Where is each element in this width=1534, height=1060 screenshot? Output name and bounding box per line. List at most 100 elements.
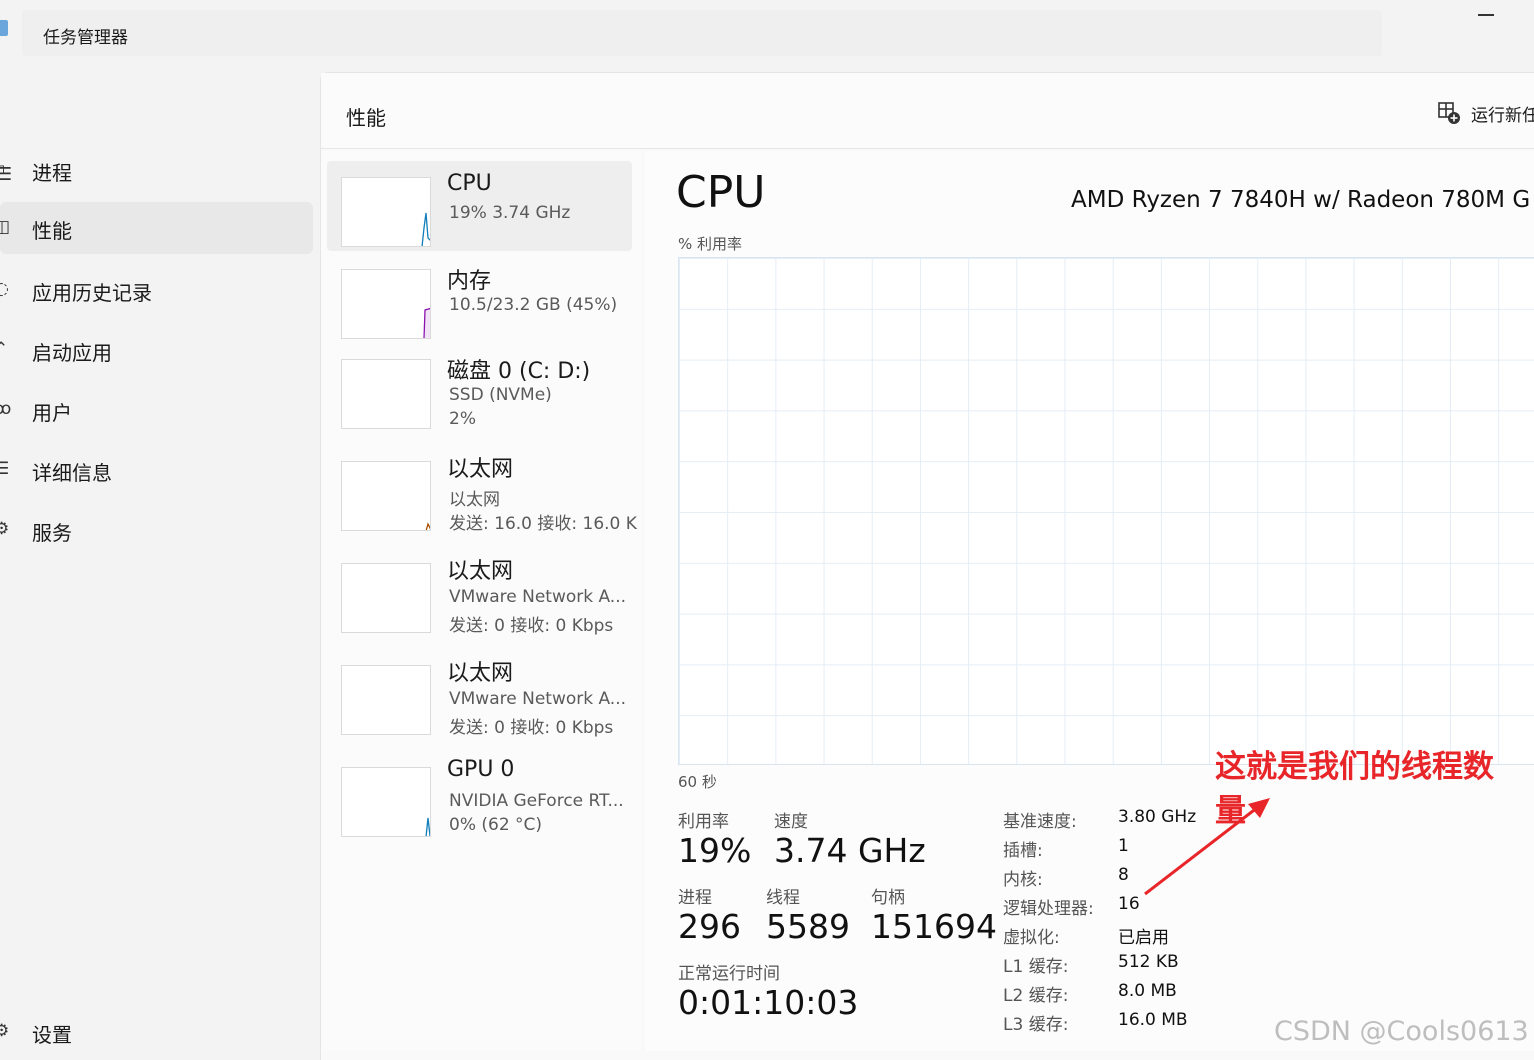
sidebar-item-label: 性能 bbox=[32, 219, 72, 243]
sidebar: ☰ ▫ 进程 ◫ 性能 ◌ 应用历史记录 ⌃ 启动应用 ꝏ 用户 ☰ 详细信息 … bbox=[0, 66, 320, 1060]
speed-label: 速度 bbox=[774, 812, 808, 832]
speed-value: 3.74 GHz bbox=[774, 831, 926, 870]
device-item-memory[interactable]: 内存 10.5/23.2 GB (45%) bbox=[327, 251, 632, 341]
sidebar-item-details[interactable]: ☰ 详细信息 bbox=[0, 444, 313, 496]
device-sub: 10.5/23.2 GB (45%) bbox=[449, 295, 618, 315]
page-title: 性能 bbox=[346, 106, 386, 130]
settings-gear-icon: ⚙ bbox=[0, 1021, 10, 1041]
sidebar-item-label: 服务 bbox=[32, 521, 72, 545]
threads-label: 线程 bbox=[766, 888, 800, 908]
spec-key-base-speed: 基准速度: bbox=[1003, 812, 1077, 832]
sidebar-item-processes[interactable]: ▫ 进程 bbox=[0, 144, 313, 196]
graph-y-label: % 利用率 bbox=[678, 235, 743, 253]
title-strip bbox=[22, 10, 1382, 56]
run-new-task-button[interactable]: 运行新任 bbox=[1437, 99, 1534, 127]
watermark: CSDN @Cools0613 bbox=[1274, 1016, 1529, 1047]
startup-rocket-icon: ⌃ bbox=[0, 339, 9, 359]
graph-x-label: 60 秒 bbox=[678, 773, 717, 791]
spec-key-l1-cache: L1 缓存: bbox=[1003, 957, 1069, 977]
spec-val-sockets: 1 bbox=[1118, 836, 1129, 856]
spec-key-l3-cache: L3 缓存: bbox=[1003, 1015, 1069, 1035]
sidebar-item-performance[interactable]: ◫ 性能 bbox=[0, 202, 313, 254]
device-item-gpu[interactable]: GPU 0 NVIDIA GeForce RT... 0% (62 °C) bbox=[327, 751, 632, 841]
memory-mini-graph bbox=[341, 269, 431, 339]
cpu-detail-pane: CPU AMD Ryzen 7 7840H w/ Radeon 780M G %… bbox=[645, 151, 1534, 1051]
device-sub-2: 发送: 0 接收: 0 Kbps bbox=[449, 616, 614, 636]
device-name: 以太网 bbox=[447, 559, 514, 584]
page-header: 性能 运行新任 bbox=[321, 73, 1534, 149]
history-clock-icon: ◌ bbox=[0, 279, 9, 299]
device-sub: 19% 3.74 GHz bbox=[449, 203, 571, 223]
task-manager-window: 任务管理器 ☰ ▫ 进程 ◫ 性能 ◌ 应用历史记录 ⌃ 启动应用 ꝏ 用户 ☰… bbox=[0, 0, 1534, 1060]
gpu-mini-graph bbox=[341, 767, 431, 837]
spec-val-cores: 8 bbox=[1118, 865, 1129, 885]
handles-label: 句柄 bbox=[871, 888, 905, 908]
sidebar-item-label: 启动应用 bbox=[32, 341, 112, 365]
process-grid-icon: ▫ bbox=[0, 159, 8, 179]
device-sub-2: 发送: 0 接收: 0 Kbps bbox=[449, 718, 614, 738]
device-sub-2: 0% (62 °C) bbox=[449, 815, 543, 835]
spec-val-virtualization: 已启用 bbox=[1118, 928, 1169, 948]
device-name: 磁盘 0 (C: D:) bbox=[447, 359, 591, 384]
device-item-ethernet-2[interactable]: 以太网 VMware Network A... 发送: 0 接收: 0 Kbps bbox=[327, 547, 632, 637]
device-name: 以太网 bbox=[447, 457, 514, 482]
spec-key-cores: 内核: bbox=[1003, 870, 1043, 890]
title-bar: 任务管理器 bbox=[0, 0, 1534, 66]
sidebar-item-label: 详细信息 bbox=[32, 461, 112, 485]
spec-key-sockets: 插槽: bbox=[1003, 841, 1043, 861]
sidebar-item-startup[interactable]: ⌃ 启动应用 bbox=[0, 324, 313, 376]
device-item-cpu[interactable]: CPU 19% 3.74 GHz bbox=[327, 161, 632, 251]
sidebar-item-label: 设置 bbox=[32, 1023, 72, 1047]
disk-mini-graph bbox=[341, 359, 431, 429]
spec-val-l1-cache: 512 KB bbox=[1118, 952, 1179, 972]
window-title: 任务管理器 bbox=[43, 28, 128, 48]
device-sub-2: 发送: 16.0 接收: 16.0 K bbox=[449, 514, 637, 534]
cpu-title: CPU bbox=[676, 167, 766, 218]
device-sub: VMware Network A... bbox=[449, 689, 627, 709]
performance-chart-icon: ◫ bbox=[0, 217, 11, 237]
users-icon: ꝏ bbox=[0, 399, 12, 419]
main-panel: 性能 运行新任 CPU 19% 3.74 GHz 内存 10.5/23.2 GB… bbox=[320, 72, 1534, 1060]
run-new-task-label: 运行新任 bbox=[1471, 105, 1534, 126]
device-name: CPU bbox=[447, 171, 492, 196]
device-list: CPU 19% 3.74 GHz 内存 10.5/23.2 GB (45%) 磁… bbox=[321, 151, 641, 1051]
device-item-ethernet-1[interactable]: 以太网 以太网 发送: 16.0 接收: 16.0 K bbox=[327, 445, 637, 535]
device-name: GPU 0 bbox=[447, 757, 515, 782]
threads-value: 5589 bbox=[766, 907, 850, 946]
spec-val-l3-cache: 16.0 MB bbox=[1118, 1010, 1188, 1030]
device-sub-2: 2% bbox=[449, 409, 476, 429]
minimize-icon[interactable] bbox=[1478, 14, 1494, 16]
sidebar-item-services[interactable]: ⚙ 服务 bbox=[0, 504, 313, 556]
device-sub: 以太网 bbox=[449, 490, 500, 510]
annotation-arrow-icon bbox=[1144, 798, 1270, 896]
sidebar-item-users[interactable]: ꝏ 用户 bbox=[0, 384, 313, 436]
ethernet-mini-graph bbox=[341, 461, 431, 531]
device-item-ethernet-3[interactable]: 以太网 VMware Network A... 发送: 0 接收: 0 Kbps bbox=[327, 649, 632, 739]
utilization-value: 19% bbox=[678, 831, 752, 870]
sidebar-item-app-history[interactable]: ◌ 应用历史记录 bbox=[0, 264, 313, 316]
ethernet-mini-graph bbox=[341, 665, 431, 735]
cpu-utilization-graph bbox=[678, 257, 1534, 765]
task-manager-app-icon bbox=[0, 20, 8, 36]
processes-label: 进程 bbox=[678, 888, 712, 908]
processes-value: 296 bbox=[678, 907, 741, 946]
cpu-model: AMD Ryzen 7 7840H w/ Radeon 780M G bbox=[1071, 187, 1531, 213]
details-list-icon: ☰ bbox=[0, 459, 10, 479]
ethernet-mini-graph bbox=[341, 563, 431, 633]
spec-key-l2-cache: L2 缓存: bbox=[1003, 986, 1069, 1006]
cpu-mini-graph bbox=[341, 177, 431, 247]
spec-val-l2-cache: 8.0 MB bbox=[1118, 981, 1177, 1001]
sidebar-item-settings[interactable]: ⚙ 设置 bbox=[0, 1006, 313, 1058]
run-new-task-icon bbox=[1438, 102, 1460, 124]
device-name: 以太网 bbox=[447, 661, 514, 686]
device-item-disk[interactable]: 磁盘 0 (C: D:) SSD (NVMe) 2% bbox=[327, 343, 632, 433]
handles-value: 151694 bbox=[871, 907, 997, 946]
services-gear-icon: ⚙ bbox=[0, 519, 10, 539]
device-sub: NVIDIA GeForce RT... bbox=[449, 791, 624, 811]
device-sub: SSD (NVMe) bbox=[449, 385, 552, 405]
device-name: 内存 bbox=[447, 269, 492, 294]
uptime-label: 正常运行时间 bbox=[678, 964, 780, 984]
device-sub: VMware Network A... bbox=[449, 587, 627, 607]
utilization-label: 利用率 bbox=[678, 812, 729, 832]
spec-key-logical-processors: 逻辑处理器: bbox=[1003, 899, 1094, 919]
